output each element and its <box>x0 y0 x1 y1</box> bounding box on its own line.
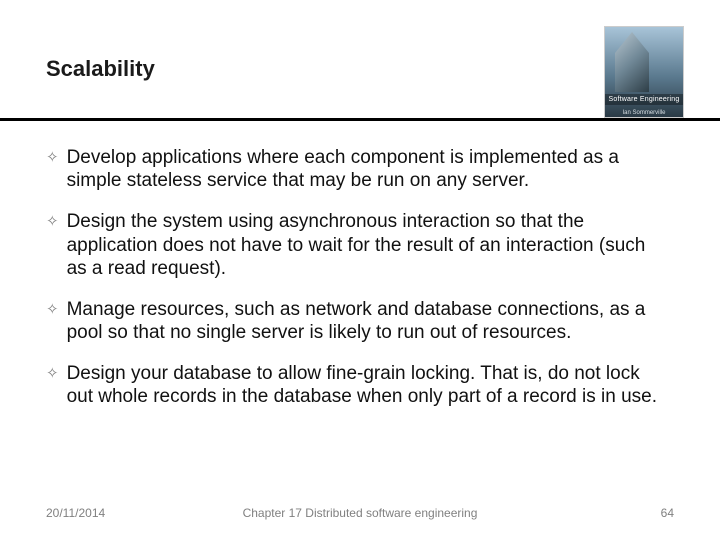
footer-date: 20/11/2014 <box>46 506 105 520</box>
book-author: Ian Sommerville <box>605 110 683 116</box>
list-item: ✧ Manage resources, such as network and … <box>46 298 674 344</box>
slide: Scalability Software Engineering Ian Som… <box>0 0 720 540</box>
bullet-text: Manage resources, such as network and da… <box>67 298 674 344</box>
footer-chapter: Chapter 17 Distributed software engineer… <box>46 506 674 520</box>
bullet-icon: ✧ <box>46 365 59 383</box>
list-item: ✧ Develop applications where each compon… <box>46 146 674 192</box>
slide-title: Scalability <box>46 36 674 82</box>
bullet-icon: ✧ <box>46 213 59 231</box>
slide-header: Scalability Software Engineering Ian Som… <box>46 36 674 92</box>
list-item: ✧ Design the system using asynchronous i… <box>46 210 674 280</box>
bullet-text: Design your database to allow fine-grain… <box>67 362 674 408</box>
bullet-text: Design the system using asynchronous int… <box>67 210 674 280</box>
footer-page-number: 64 <box>661 506 674 520</box>
bullet-icon: ✧ <box>46 301 59 319</box>
slide-footer: 20/11/2014 Chapter 17 Distributed softwa… <box>46 506 674 520</box>
slide-content: ✧ Develop applications where each compon… <box>46 146 674 409</box>
bullet-text: Develop applications where each componen… <box>67 146 674 192</box>
list-item: ✧ Design your database to allow fine-gra… <box>46 362 674 408</box>
horizontal-rule <box>0 118 720 121</box>
book-cover-thumbnail: Software Engineering Ian Sommerville <box>604 26 684 118</box>
bullet-icon: ✧ <box>46 149 59 167</box>
book-title: Software Engineering <box>605 94 683 105</box>
